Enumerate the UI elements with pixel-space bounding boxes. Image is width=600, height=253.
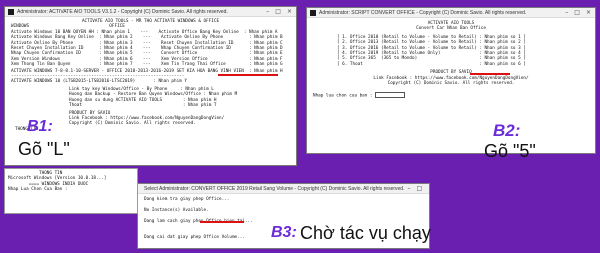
close-icon[interactable]: × — [428, 185, 429, 192]
annotation-b2-text: Gõ "5" — [484, 141, 536, 161]
highlight-line — [218, 74, 278, 76]
background-console-text: THONG TIN Microsoft Windows [Version 10.… — [8, 171, 107, 193]
annotation-b2: B2: — [493, 121, 521, 140]
convert-titlebar: Administrator: SCRIPT CONVERT OFFICE - C… — [307, 8, 595, 18]
prompt-input[interactable] — [375, 92, 406, 99]
maximize-icon[interactable]: □ — [416, 185, 422, 192]
console-icon — [8, 8, 14, 15]
close-icon[interactable]: × — [287, 8, 292, 15]
annotation-b3: B3: — [271, 224, 297, 241]
aio-section: ACTIVATE WINDOWS 7-8-8.1-10-SERVER - OFF… — [11, 68, 283, 85]
annotation-b3-text: Chờ tác vụ chạy — [300, 223, 431, 243]
close-icon[interactable]: × — [586, 9, 591, 16]
maximize-icon[interactable]: □ — [275, 8, 281, 15]
console-icon — [310, 9, 316, 16]
aio-window-controls: – □ × — [266, 8, 296, 15]
progress-window-controls: – □ × — [407, 185, 429, 192]
annotation-b1: B1: — [27, 118, 53, 135]
progress-titlebar: Select Administrator: CONVERT OFFICE 201… — [138, 184, 429, 194]
aio-product: PRODUCT BY SAVIO Link Facebook : https:/… — [69, 110, 225, 127]
background-console: THONG TIN Microsoft Windows [Version 10.… — [4, 168, 138, 214]
aio-menu-left: WINDOWS OFFICE Activate Windows 10 BAN Q… — [11, 24, 283, 68]
maximize-icon[interactable]: □ — [574, 9, 580, 16]
convert-options: [ 1. Office 2010 (Retail to Volume - Vol… — [337, 34, 526, 67]
convert-header: ACTIVATE AIO TOOLS Convert Car Nhan Ban … — [416, 21, 486, 32]
convert-title: Administrator: SCRIPT CONVERT OFFICE - C… — [319, 9, 527, 16]
aio-list: Link tay key Windows/Office - By Phone :… — [69, 86, 238, 109]
annotation-b1-text: Gõ "L" — [18, 139, 70, 159]
minimize-icon[interactable]: – — [266, 8, 269, 15]
highlight-line — [470, 73, 510, 75]
convert-office-window: Administrator: SCRIPT CONVERT OFFICE - C… — [306, 7, 596, 154]
progress-title: Select Administrator: CONVERT OFFICE 201… — [144, 185, 405, 192]
aio-title: Administrator: ACTIVATE AIO TOOLS V3.1.2… — [17, 8, 228, 15]
convert-prompt[interactable]: Nhap lua chon cua ban : — [313, 92, 589, 99]
minimize-icon[interactable]: – — [407, 185, 410, 192]
convert-product: PRODUCT BY SAVIO Link Facebook : https:/… — [373, 70, 529, 87]
aio-titlebar: Administrator: ACTIVATE AIO TOOLS V3.1.2… — [5, 7, 296, 17]
aio-footer: THONG TIN — [15, 126, 39, 132]
minimize-icon[interactable]: – — [565, 9, 568, 16]
convert-window-controls: – □ × — [565, 9, 595, 16]
prompt-label: Nhap lua chon cua ban : — [313, 93, 373, 99]
highlight-line — [200, 221, 244, 223]
